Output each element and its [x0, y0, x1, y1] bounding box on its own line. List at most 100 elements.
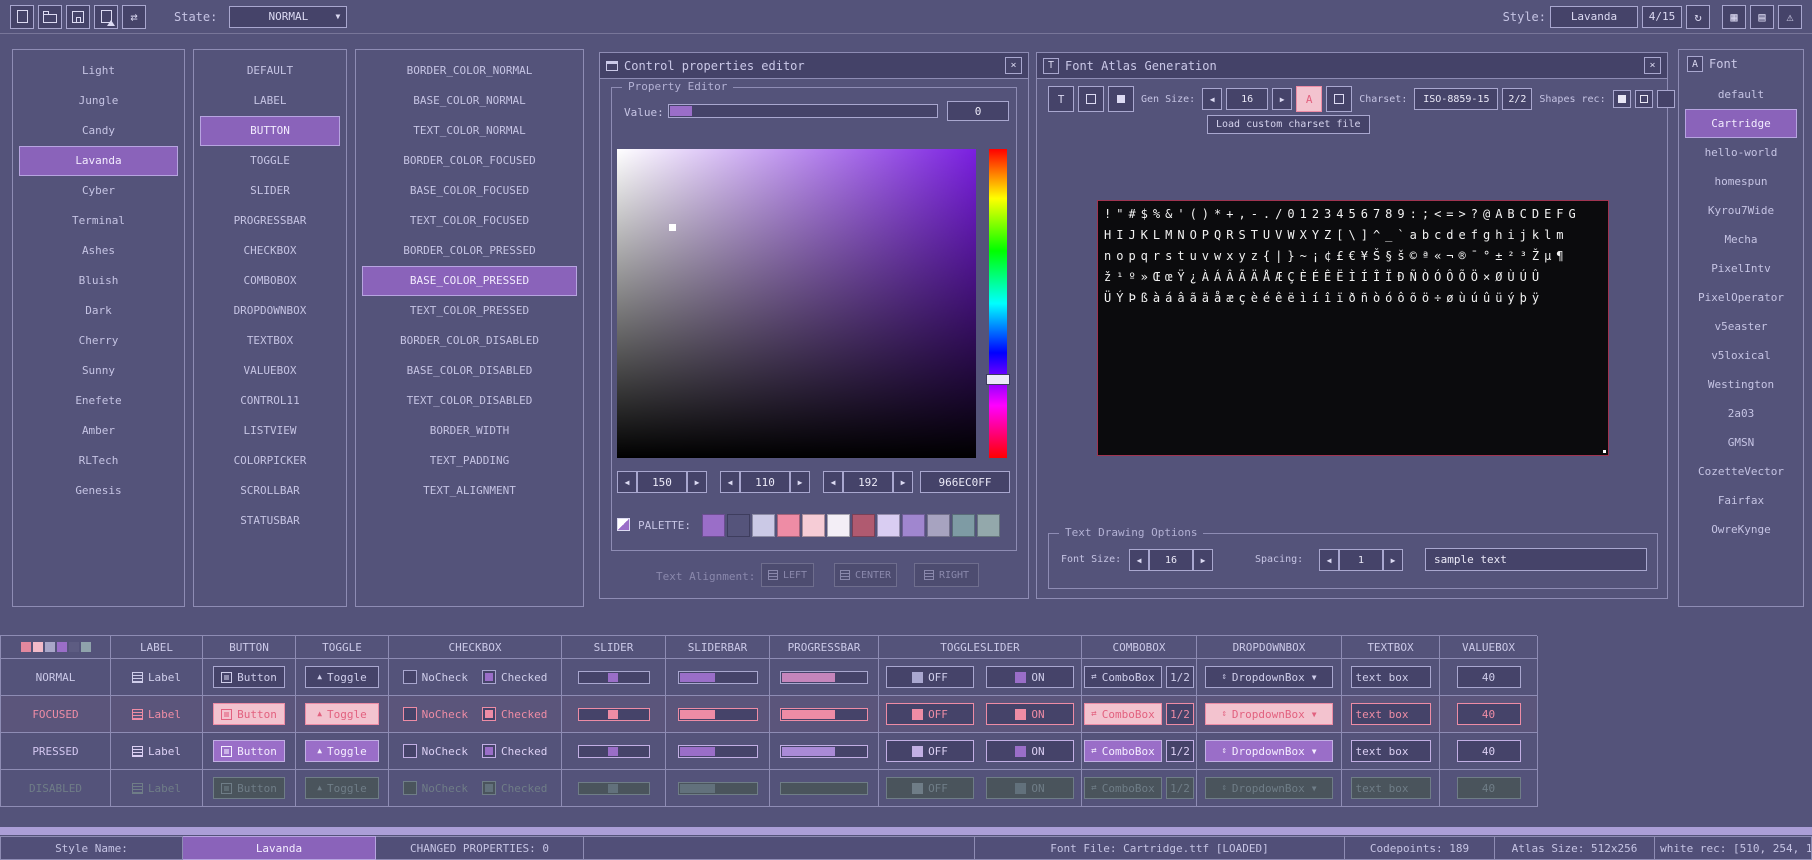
button-demo[interactable]: Button [213, 777, 285, 799]
control-list-item[interactable]: DROPDOWNBOX [200, 296, 340, 326]
style-list-item[interactable]: Terminal [19, 206, 178, 236]
palette-swatch[interactable] [977, 514, 1000, 537]
slider-knob[interactable] [608, 673, 618, 682]
atlas-view-button[interactable] [1078, 86, 1104, 112]
toggle-demo[interactable]: ▲ Toggle [305, 777, 379, 799]
valuebox-demo[interactable]: 40 [1457, 666, 1521, 688]
toggleslider-off[interactable]: OFF [886, 666, 974, 688]
checkbox-checked[interactable] [482, 670, 496, 684]
control-list-item[interactable]: STATUSBAR [200, 506, 340, 536]
font-atlas-close-button[interactable]: × [1644, 57, 1661, 74]
editor-close-button[interactable]: × [1005, 57, 1022, 74]
font-list-item[interactable]: OwreKynge [1685, 515, 1797, 544]
red-increase-button[interactable]: ▶ [687, 471, 707, 493]
sliderbar-demo[interactable] [678, 782, 758, 795]
slider-demo[interactable] [578, 782, 650, 795]
property-list-item[interactable]: BORDER_COLOR_PRESSED [362, 236, 577, 266]
property-list-item[interactable]: TEXT_PADDING [362, 446, 577, 476]
font-atlas-titlebar[interactable]: T Font Atlas Generation × [1037, 53, 1667, 79]
style-list-item[interactable]: Dark [19, 296, 178, 326]
palette-swatch[interactable] [802, 514, 825, 537]
charset-value-box[interactable]: ISO-8859-15 [1414, 88, 1498, 110]
sliderbar-demo[interactable] [678, 708, 758, 721]
button-demo[interactable]: Button [213, 666, 285, 688]
dropdownbox-demo[interactable]: ⇕ DropdownBox ▼ [1205, 740, 1333, 762]
style-list-item[interactable]: Jungle [19, 86, 178, 116]
property-list-item[interactable]: TEXT_COLOR_DISABLED [362, 386, 577, 416]
slider-demo[interactable] [578, 671, 650, 684]
valuebox-demo[interactable]: 40 [1457, 740, 1521, 762]
gen-size-increase-button[interactable]: ▶ [1272, 88, 1292, 110]
red-decrease-button[interactable]: ◀ [617, 471, 637, 493]
palette-swatch[interactable] [752, 514, 775, 537]
palette-swatch[interactable] [952, 514, 975, 537]
control-list-item[interactable]: DEFAULT [200, 56, 340, 86]
sliderbar-demo[interactable] [678, 745, 758, 758]
font-list-item[interactable]: hello-world [1685, 138, 1797, 167]
style-list-item[interactable]: Candy [19, 116, 178, 146]
red-value-box[interactable]: 150 [637, 471, 687, 493]
font-list-item[interactable]: Westington [1685, 370, 1797, 399]
control-list-item[interactable]: COLORPICKER [200, 446, 340, 476]
combobox-index[interactable]: 1/2 [1166, 666, 1194, 688]
charset-option-button[interactable] [1326, 86, 1352, 112]
font-text-button[interactable]: T [1048, 86, 1074, 112]
font-list-item[interactable]: v5easter [1685, 312, 1797, 341]
hex-color-box[interactable]: 966EC0FF [920, 471, 1010, 493]
style-list-item[interactable]: Cyber [19, 176, 178, 206]
textbox-demo[interactable]: text box [1351, 740, 1431, 762]
controls-table-button[interactable]: ▦ [1722, 5, 1746, 29]
toggle-demo[interactable]: ▲ Toggle [305, 666, 379, 688]
gen-size-decrease-button[interactable]: ◀ [1202, 88, 1222, 110]
color-picker-cursor[interactable] [669, 224, 676, 231]
toggleslider-off[interactable]: OFF [886, 703, 974, 725]
control-list-item[interactable]: CHECKBOX [200, 236, 340, 266]
control-list-item[interactable]: TEXTBOX [200, 326, 340, 356]
combobox-index[interactable]: 1/2 [1166, 777, 1194, 799]
spacing-decrease-button[interactable]: ◀ [1319, 549, 1339, 571]
palette-swatch[interactable] [927, 514, 950, 537]
button-demo[interactable]: Button [213, 703, 285, 725]
slider-knob[interactable] [608, 710, 618, 719]
control-list-item[interactable]: TOGGLE [200, 146, 340, 176]
shapes-rec-checkbox-2[interactable] [1635, 90, 1653, 108]
combobox-index[interactable]: 1/2 [1166, 740, 1194, 762]
palette-swatch[interactable] [777, 514, 800, 537]
style-list-item[interactable]: Light [19, 56, 178, 86]
editor-titlebar[interactable]: Control properties editor × [600, 53, 1028, 79]
randomize-style-button[interactable]: ⇄ [122, 5, 146, 29]
valuebox-demo[interactable]: 40 [1457, 777, 1521, 799]
hue-slider-handle[interactable] [986, 374, 1010, 385]
control-list-item[interactable]: BUTTON [200, 116, 340, 146]
font-size-increase-button[interactable]: ▶ [1193, 549, 1213, 571]
style-list-item[interactable]: Sunny [19, 356, 178, 386]
font-list-item[interactable]: 2a03 [1685, 399, 1797, 428]
font-list-item[interactable]: PixelOperator [1685, 283, 1797, 312]
toggleslider-on[interactable]: ON [986, 740, 1074, 762]
align-right-button[interactable]: RIGHT [914, 563, 979, 587]
font-list-item[interactable]: GMSN [1685, 428, 1797, 457]
button-demo[interactable]: Button [213, 740, 285, 762]
load-charset-button[interactable]: A [1296, 86, 1322, 112]
property-list-item[interactable]: TEXT_ALIGNMENT [362, 476, 577, 506]
save-style-button[interactable] [66, 5, 90, 29]
font-list-item[interactable]: v5loxical [1685, 341, 1797, 370]
control-list-item[interactable]: SCROLLBAR [200, 476, 340, 506]
sample-text-input[interactable] [1425, 548, 1647, 571]
property-list-item[interactable]: BASE_COLOR_PRESSED [362, 266, 577, 296]
font-list-item[interactable]: homespun [1685, 167, 1797, 196]
font-list-item[interactable]: CozetteVector [1685, 457, 1797, 486]
style-report-button[interactable]: ▤ [1750, 5, 1774, 29]
reload-style-button[interactable]: ↻ [1686, 5, 1710, 29]
palette-swatch[interactable] [827, 514, 850, 537]
property-list-item[interactable]: BASE_COLOR_FOCUSED [362, 176, 577, 206]
palette-swatch[interactable] [852, 514, 875, 537]
shapes-rec-checkbox-3[interactable] [1657, 90, 1675, 108]
green-increase-button[interactable]: ▶ [790, 471, 810, 493]
shapes-rec-checkbox-1[interactable] [1613, 90, 1631, 108]
toggleslider-off[interactable]: OFF [886, 740, 974, 762]
blue-increase-button[interactable]: ▶ [893, 471, 913, 493]
font-size-decrease-button[interactable]: ◀ [1129, 549, 1149, 571]
font-size-value-box[interactable]: 16 [1149, 549, 1193, 571]
palette-swatch[interactable] [902, 514, 925, 537]
